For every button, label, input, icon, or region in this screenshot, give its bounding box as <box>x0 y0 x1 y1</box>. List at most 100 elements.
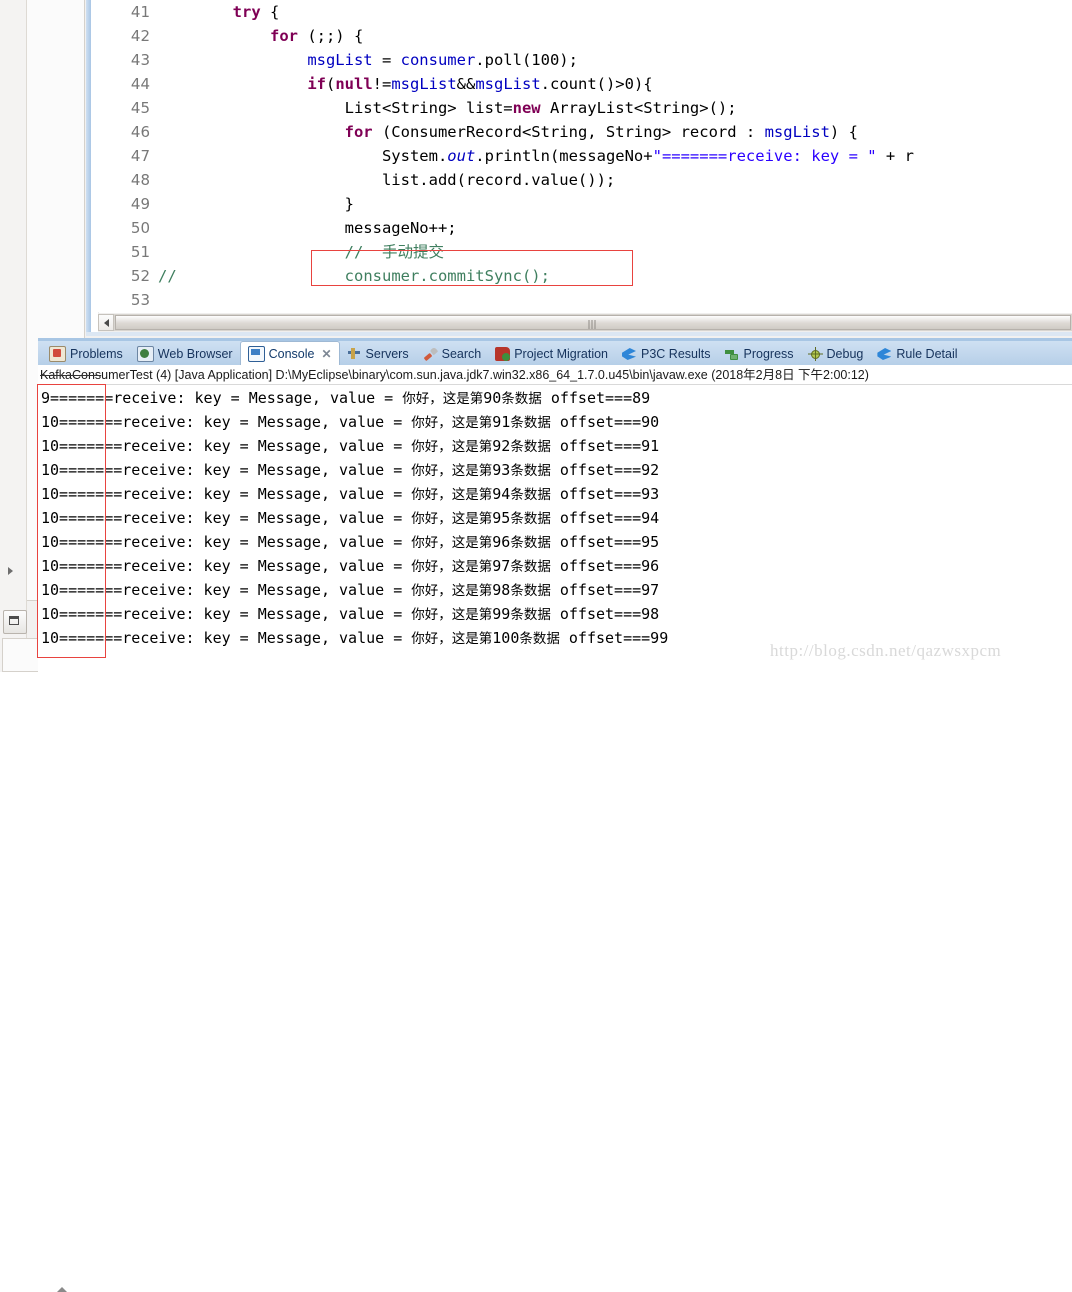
console-line-segment: offset===95 <box>550 533 660 551</box>
tab-label: Web Browser <box>157 347 233 361</box>
left-trim-bar <box>0 0 27 672</box>
web-browser-icon <box>136 346 154 362</box>
code-line[interactable]: 45 List<String> list=new ArrayList<Strin… <box>98 96 1072 120</box>
console-output-line: 10=======receive: key = Message, value =… <box>41 578 1072 602</box>
console-line-segment: 条数据 <box>501 391 542 407</box>
tab-web-browser[interactable]: Web Browser <box>130 343 240 365</box>
console-line-segment: 10=======receive: key = Message, value = <box>41 629 412 647</box>
tab-p3c-results[interactable]: P3C Results <box>615 343 717 365</box>
tab-rule-detail[interactable]: Rule Detail <box>870 343 964 365</box>
scroll-right-arrow-icon[interactable] <box>8 567 13 575</box>
code-token: + r <box>876 147 914 165</box>
restore-view-button[interactable] <box>3 610 27 634</box>
code-line[interactable]: 50 messageNo++; <box>98 216 1072 240</box>
console-line-segment: offset===91 <box>550 437 660 455</box>
code-line[interactable]: 41 try { <box>98 0 1072 24</box>
code-token: ) { <box>829 123 858 141</box>
code-token: .count()>0){ <box>540 75 653 93</box>
console-line-segment: 条数据 <box>510 511 551 527</box>
console-output-line: 9=======receive: key = Message, value = … <box>41 386 1072 410</box>
scroll-up-arrow-icon[interactable] <box>57 1287 67 1292</box>
code-line[interactable]: 43 msgList = consumer.poll(100); <box>98 48 1072 72</box>
code-line-text: messageNo++; <box>150 216 457 240</box>
code-line[interactable]: 46 for (ConsumerRecord<String, String> r… <box>98 120 1072 144</box>
code-line[interactable]: 48 list.add(record.value()); <box>98 168 1072 192</box>
code-token: msgList <box>391 75 457 93</box>
console-process-header: KafkaConsumerTest (4) [Java Application]… <box>38 365 1072 385</box>
code-token: // <box>158 267 177 285</box>
tab-label: P3C Results <box>641 347 711 361</box>
code-token: .poll(100); <box>475 51 578 69</box>
console-line-segment: 条数据 <box>510 463 551 479</box>
tab-label: Rule Detail <box>896 347 958 361</box>
code-line[interactable]: 49 } <box>98 192 1072 216</box>
process-name-struck: KafkaCons <box>40 368 102 382</box>
line-number: 51 <box>130 243 150 261</box>
p3c-results-icon <box>622 347 637 361</box>
console-line-segment: 你好，这是第 <box>411 463 493 479</box>
console-line-segment: 97 <box>492 557 511 575</box>
tab-servers[interactable]: Servers <box>340 343 416 365</box>
console-line-segment: 10=======receive: key = Message, value = <box>41 461 412 479</box>
console-output-line: 10=======receive: key = Message, value =… <box>41 482 1072 506</box>
watermark-url: http://blog.csdn.net/qazwsxpcm <box>770 641 1002 660</box>
console-line-segment: 条数据 <box>510 487 551 503</box>
console-line-segment: 你好，这是第 <box>411 487 493 503</box>
servers-icon <box>347 347 362 361</box>
code-line[interactable]: 44 if(null!=msgList&&msgList.count()>0){ <box>98 72 1072 96</box>
code-text-area[interactable]: 41 try {42 for (;;) {43 msgList = consum… <box>98 0 1072 312</box>
line-number: 46 <box>130 123 150 141</box>
console-line-segment: 条数据 <box>510 535 551 551</box>
console-line-segment: 98 <box>492 581 511 599</box>
code-line[interactable]: 51 // 手动提交 <box>98 240 1072 264</box>
tab-console[interactable]: Console ✕ <box>239 341 340 365</box>
tab-label: Problems <box>70 347 123 361</box>
scroll-left-button[interactable] <box>98 314 114 331</box>
code-token: for <box>269 27 298 45</box>
code-line[interactable]: 53 <box>98 288 1072 312</box>
code-line-text: list.add(record.value()); <box>150 168 615 192</box>
console-line-segment: offset===99 <box>559 629 669 647</box>
tab-debug[interactable]: Debug <box>801 343 871 365</box>
console-output-line: 10=======receive: key = Message, value =… <box>41 506 1072 530</box>
view-tab-strip[interactable]: Problems Web Browser Console ✕ Servers Search… <box>38 341 1072 365</box>
console-line-segment: offset===89 <box>541 389 651 407</box>
scroll-track[interactable] <box>114 314 1072 331</box>
tab-progress[interactable]: Progress <box>718 343 801 365</box>
problems-icon <box>49 346 66 362</box>
tab-project-migration[interactable]: Project Migration <box>488 343 615 365</box>
progress-icon <box>724 347 740 361</box>
eclipse-workbench: 41 try {42 for (;;) {43 msgList = consum… <box>0 0 1072 1292</box>
code-line-text: System.out.println(messageNo+"=======rec… <box>150 144 914 168</box>
line-number: 45 <box>130 99 150 117</box>
tab-label: Progress <box>743 347 794 361</box>
console-output-text[interactable]: 9=======receive: key = Message, value = … <box>38 386 1072 672</box>
line-number: 50 <box>130 219 150 237</box>
code-line[interactable]: 47 System.out.println(messageNo+"=======… <box>98 144 1072 168</box>
scroll-thumb[interactable] <box>115 315 1071 330</box>
console-line-segment: 10=======receive: key = Message, value = <box>41 581 412 599</box>
line-number: 49 <box>130 195 150 213</box>
tab-label: Search <box>441 347 482 361</box>
code-line-text: if(null!=msgList&&msgList.count()>0){ <box>150 72 653 96</box>
code-token: consumer <box>400 51 476 69</box>
editor-bottom-separator <box>86 332 1072 336</box>
console-line-segment: offset===92 <box>550 461 660 479</box>
console-line-segment: 9=======receive: key = Message, value = <box>41 389 403 407</box>
editor-horizontal-scrollbar[interactable] <box>98 313 1072 332</box>
debug-icon <box>807 347 823 361</box>
tab-problems[interactable]: Problems <box>42 343 130 365</box>
close-icon[interactable]: ✕ <box>321 347 331 361</box>
code-token: = <box>372 51 401 69</box>
code-token: && <box>456 75 476 93</box>
code-line[interactable]: 52// consumer.commitSync(); <box>98 264 1072 288</box>
code-line[interactable]: 42 for (;;) { <box>98 24 1072 48</box>
console-line-segment: 10=======receive: key = Message, value = <box>41 557 412 575</box>
tab-search[interactable]: Search <box>416 343 489 365</box>
console-line-segment: 96 <box>492 533 511 551</box>
